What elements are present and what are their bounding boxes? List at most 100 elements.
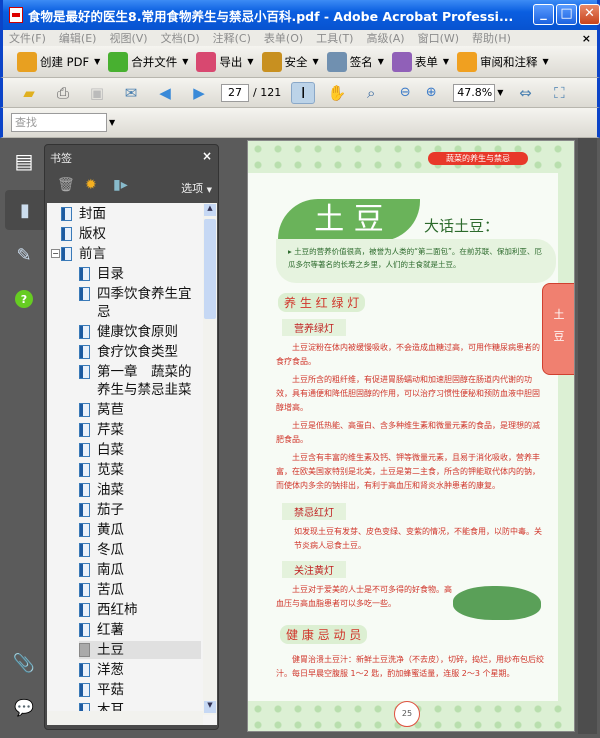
- attachments-icon[interactable]: 📎: [11, 650, 37, 676]
- menu-item[interactable]: 工具(T): [316, 30, 353, 46]
- bookmark-label: 四季饮食养生宜 忌: [97, 286, 192, 320]
- bookmark-icon: [79, 325, 90, 339]
- toolbar-button[interactable]: 安全 ▼: [261, 51, 319, 72]
- menu-item[interactable]: 文件(F): [9, 30, 46, 46]
- bookmark-item[interactable]: 西红柿: [79, 601, 201, 619]
- find-dropdown-icon[interactable]: ▼: [109, 118, 115, 127]
- comment-icon: [457, 51, 477, 72]
- pdf-app-icon: [9, 7, 23, 23]
- comments-icon[interactable]: 💬: [11, 694, 37, 720]
- bookmark-item[interactable]: 洋葱: [79, 661, 201, 679]
- menu-item[interactable]: 表单(O): [264, 30, 303, 46]
- menu-item[interactable]: 高级(A): [366, 30, 404, 46]
- menu-item[interactable]: 窗口(W): [418, 30, 459, 46]
- bookmark-item[interactable]: 平菇: [79, 681, 201, 699]
- minimize-button[interactable]: _: [533, 4, 554, 25]
- toolbar-button[interactable]: 审阅和注释 ▼: [457, 51, 549, 72]
- signatures-icon[interactable]: ✎: [11, 242, 37, 268]
- toolbar-button[interactable]: 合并文件 ▼: [108, 51, 189, 72]
- toolbar-button[interactable]: 创建 PDF ▼: [17, 51, 100, 72]
- bookmark-item[interactable]: 目录: [79, 265, 201, 283]
- bookmark-item[interactable]: 封面: [61, 205, 201, 223]
- find-toolbar: 查找 ▼: [0, 108, 600, 138]
- toolbar-button[interactable]: 表单 ▼: [391, 51, 449, 72]
- expand-bookmark-icon[interactable]: ▮▸: [113, 177, 128, 193]
- bookmark-item[interactable]: 冬瓜: [79, 541, 201, 559]
- section-health-lights: 养 生 红 绿 灯: [278, 293, 366, 312]
- bookmark-item[interactable]: 油菜: [79, 481, 201, 499]
- bookmark-item[interactable]: 苦瓜: [79, 581, 201, 599]
- delete-bookmark-icon[interactable]: 🗑: [57, 177, 75, 193]
- bookmark-item[interactable]: 白菜: [79, 441, 201, 459]
- menu-item[interactable]: 文档(D): [161, 30, 200, 46]
- bookmark-item[interactable]: 苋菜: [79, 461, 201, 479]
- zoom-out-icon[interactable]: ⊖: [393, 82, 417, 104]
- maximize-button[interactable]: □: [556, 4, 577, 25]
- open-folder-icon[interactable]: ▰: [17, 82, 41, 104]
- fit-page-icon[interactable]: ⛶: [547, 82, 571, 104]
- menu-item[interactable]: 视图(V): [109, 30, 147, 46]
- bookmark-label: 前言: [79, 246, 106, 262]
- help-icon[interactable]: ?: [15, 290, 33, 308]
- page-number-input[interactable]: 27: [221, 83, 249, 102]
- scroll-thumb[interactable]: [204, 219, 216, 319]
- document-scrollbar[interactable]: [578, 138, 597, 734]
- bookmark-item[interactable]: − 前言: [51, 245, 201, 263]
- previous-page-icon[interactable]: ◀: [153, 82, 177, 104]
- scroll-up-icon[interactable]: ▲: [204, 204, 216, 216]
- bookmark-label: 南瓜: [97, 562, 124, 578]
- bookmark-icon: [79, 623, 90, 637]
- toolbar-button[interactable]: 导出 ▼: [196, 51, 254, 72]
- bookmark-item[interactable]: 健康饮食原则: [79, 323, 201, 341]
- save-icon[interactable]: ▣: [85, 82, 109, 104]
- pages-icon[interactable]: ▤: [11, 148, 37, 174]
- bookmark-item[interactable]: 四季饮食养生宜 忌: [79, 285, 201, 321]
- bookmark-vertical-scrollbar[interactable]: ▲ ▼: [203, 203, 217, 715]
- bookmark-icon: [79, 643, 90, 657]
- bookmark-item[interactable]: 芹菜: [79, 421, 201, 439]
- select-tool-icon[interactable]: I: [291, 81, 316, 104]
- bookmark-item[interactable]: 红薯: [79, 621, 201, 639]
- zoom-level-input[interactable]: 47.8%: [453, 83, 496, 102]
- bookmark-item[interactable]: 版权: [61, 225, 201, 243]
- new-bookmark-icon[interactable]: ✹: [85, 177, 97, 193]
- bookmark-item[interactable]: 莴苣: [79, 401, 201, 419]
- create-pdf-icon: [17, 51, 37, 72]
- toolbar-button[interactable]: 签名 ▼: [326, 51, 384, 72]
- bookmark-item[interactable]: 第一章 蔬菜的 养生与禁忌韭菜: [79, 363, 201, 399]
- zoom-tool-icon[interactable]: ⌕: [359, 82, 383, 104]
- bookmark-item[interactable]: 南瓜: [79, 561, 201, 579]
- bookmark-label: 油菜: [97, 482, 124, 498]
- combine-files-icon: [108, 51, 129, 72]
- toolbar-button-label: 创建 PDF: [40, 54, 90, 69]
- bookmark-horizontal-scrollbar[interactable]: [47, 711, 203, 725]
- print-icon[interactable]: ⎙: [51, 82, 75, 104]
- close-button[interactable]: ✕: [579, 4, 600, 25]
- hand-tool-icon[interactable]: ✋: [325, 82, 349, 104]
- menu-close-icon[interactable]: ×: [582, 32, 591, 45]
- email-icon[interactable]: ✉: [119, 82, 143, 104]
- options-menu[interactable]: 选项 ▼: [181, 180, 212, 196]
- bookmark-item[interactable]: 黄瓜: [79, 521, 201, 539]
- paragraph-7: 健胃治溃土豆汁：新鲜土豆洗净（不去皮），切碎，捣烂，用纱布包后绞汁。每日早晨空腹…: [276, 655, 544, 678]
- bookmark-item[interactable]: 土豆: [79, 641, 201, 659]
- fit-width-icon[interactable]: ⇔: [513, 82, 537, 104]
- bookmark-item[interactable]: 食疗饮食类型: [79, 343, 201, 361]
- find-input[interactable]: 查找: [11, 113, 107, 132]
- dropdown-arrow-icon: ▼: [182, 57, 189, 66]
- menu-item[interactable]: 注释(C): [213, 30, 251, 46]
- menu-item[interactable]: 编辑(E): [59, 30, 97, 46]
- bookmark-icon: [79, 583, 90, 597]
- navigation-toolbar: ▰ ⎙ ▣ ✉ ◀ ▶ 27 / 121 I ✋ ⌕ ⊖ ⊕ 47.8% ▼ ⇔…: [0, 78, 600, 108]
- zoom-in-icon[interactable]: ⊕: [419, 82, 443, 104]
- collapse-icon[interactable]: −: [51, 249, 60, 258]
- next-page-icon[interactable]: ▶: [187, 82, 211, 104]
- zoom-dropdown-icon[interactable]: ▼: [497, 88, 503, 97]
- bookmark-icon: [79, 267, 90, 281]
- menu-item[interactable]: 帮助(H): [472, 30, 511, 46]
- bookmarks-icon[interactable]: ▮: [5, 190, 45, 230]
- close-panel-button[interactable]: ×: [202, 149, 212, 163]
- scroll-down-icon[interactable]: ▼: [204, 701, 216, 713]
- potato-illustration: [453, 586, 541, 620]
- bookmark-item[interactable]: 茄子: [79, 501, 201, 519]
